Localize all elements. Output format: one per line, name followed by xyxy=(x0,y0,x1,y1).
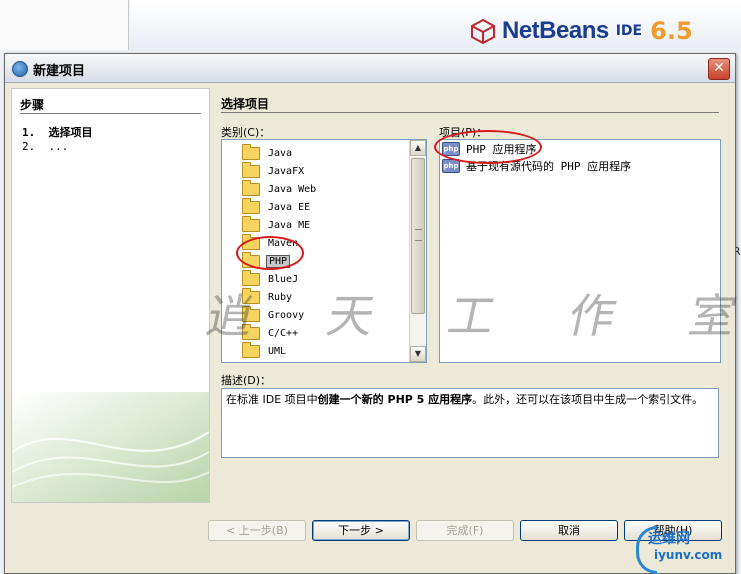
folder-icon xyxy=(242,143,260,160)
project-item-php-existing[interactable]: php 基于现有源代码的 PHP 应用程序 xyxy=(440,158,720,174)
category-item-maven[interactable]: Maven xyxy=(222,233,409,252)
finish-button[interactable]: 完成(F) xyxy=(416,520,514,541)
folder-icon xyxy=(242,341,260,358)
folder-icon xyxy=(242,215,260,232)
steps-list: 1. 选择项目 2. ... xyxy=(22,124,93,156)
php-icon: php xyxy=(442,159,460,173)
folder-icon xyxy=(242,233,260,250)
steps-panel: 步骤 1. 选择项目 2. ... xyxy=(11,88,210,503)
category-item-java-me[interactable]: Java ME xyxy=(222,215,409,234)
decorative-swirl xyxy=(12,392,209,502)
steps-heading: 步骤 xyxy=(20,98,45,112)
folder-icon xyxy=(242,161,260,178)
steps-divider xyxy=(20,113,201,114)
php-icon: php xyxy=(442,142,460,156)
close-icon: ✕ xyxy=(713,60,725,76)
description-text-rest: 。此外，还可以在该项目中生成一个索引文件。 xyxy=(472,393,704,406)
back-button[interactable]: < 上一步(B) xyxy=(208,520,306,541)
logo-version: 6.5 xyxy=(650,17,693,45)
description-box: 在标准 IDE 项目中创建一个新的 PHP 5 应用程序。此外，还可以在该项目中… xyxy=(221,388,719,458)
category-item-javafx[interactable]: JavaFX xyxy=(222,161,409,180)
description-text: 在标准 IDE 项目中 xyxy=(226,393,318,406)
close-button[interactable]: ✕ xyxy=(708,58,730,80)
page-title: 选择项目 xyxy=(221,97,270,111)
scroll-up-button[interactable]: ▲ xyxy=(410,140,426,156)
netbeans-cube-icon xyxy=(471,18,495,44)
projects-label: 项目(P)： xyxy=(439,126,488,139)
step-item: 2. ... xyxy=(22,140,69,153)
netbeans-logo: NetBeans IDE 6.5 xyxy=(470,14,693,48)
folder-icon xyxy=(242,179,260,196)
dialog-titlebar[interactable]: 新建项目 ✕ xyxy=(5,54,735,83)
folder-icon xyxy=(242,251,260,268)
folder-icon xyxy=(242,197,260,214)
dialog-title: 新建项目 xyxy=(33,64,86,79)
category-item-java-web[interactable]: Java Web xyxy=(222,179,409,198)
next-button[interactable]: 下一步 > xyxy=(312,520,410,541)
logo-text: NetBeans xyxy=(502,17,609,44)
categories-label: 类别(C)： xyxy=(221,126,271,139)
project-item-php-app[interactable]: php PHP 应用程序 xyxy=(440,141,720,157)
ide-left-strip xyxy=(0,0,129,50)
title-divider xyxy=(221,112,719,113)
description-label: 描述(D)： xyxy=(221,374,272,387)
description-emphasis: 创建一个新的 PHP 5 应用程序 xyxy=(317,393,473,406)
site-logo-line2: iyunv.com xyxy=(654,548,723,562)
watermark: 逍 天 工 作 室 xyxy=(201,289,741,343)
step-item: 1. 选择项目 xyxy=(22,126,93,139)
logo-ide: IDE xyxy=(615,23,643,39)
site-logo: 运维网 iyunv.com xyxy=(634,522,738,574)
category-item-java-ee[interactable]: Java EE xyxy=(222,197,409,216)
button-bar: < 上一步(B) 下一步 > 完成(F) 取消 帮助(H) xyxy=(5,520,735,544)
scroll-down-button[interactable]: ▼ xyxy=(410,346,426,362)
category-item-php[interactable]: PHP xyxy=(222,251,409,270)
grip-icon xyxy=(415,229,422,241)
netbeans-app-icon xyxy=(12,61,28,77)
site-logo-line1: 运维网 xyxy=(648,531,690,547)
cancel-button[interactable]: 取消 xyxy=(520,520,618,541)
category-item-java[interactable]: Java xyxy=(222,143,409,162)
